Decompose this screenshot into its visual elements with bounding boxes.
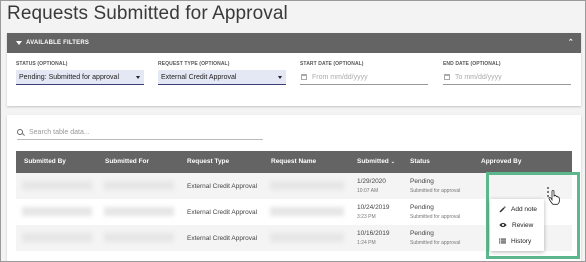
request-type-cell: External Credit Approval bbox=[187, 183, 258, 190]
row-action-menu: Add note Review History bbox=[490, 199, 544, 251]
filters-header-label: AVAILABLE FILTERS bbox=[26, 40, 90, 46]
end-date-filter-label: END DATE (OPTIONAL) bbox=[443, 61, 501, 67]
column-header-submitted-for[interactable]: Submitted For bbox=[105, 158, 149, 165]
menu-item-label: History bbox=[511, 237, 532, 245]
hand-cursor-icon bbox=[548, 190, 560, 205]
submitted-cell: 1/29/2020 10:07 AM bbox=[357, 178, 386, 194]
submitted-date: 1/29/2020 bbox=[357, 178, 386, 185]
submitted-time: 3:23 PM bbox=[357, 214, 376, 220]
sort-down-icon: ⌄ bbox=[390, 159, 395, 165]
redacted-cell bbox=[22, 233, 92, 242]
status-filter-label: STATUS (OPTIONAL) bbox=[16, 61, 68, 67]
status-value: Pending bbox=[410, 178, 434, 185]
redacted-cell bbox=[104, 207, 174, 216]
start-date-filter-label: START DATE (OPTIONAL) bbox=[300, 61, 364, 67]
column-header-approved-by[interactable]: Approved By bbox=[481, 158, 521, 165]
redacted-cell bbox=[104, 233, 174, 242]
filters-panel: AVAILABLE FILTERS ⌃ STATUS (OPTIONAL) Pe… bbox=[7, 33, 581, 106]
eye-icon bbox=[499, 222, 507, 228]
request-type-cell: External Credit Approval bbox=[187, 209, 258, 216]
column-header-submitted-label: Submitted bbox=[357, 158, 389, 165]
column-header-submitted-by[interactable]: Submitted By bbox=[24, 158, 66, 165]
submitted-time: 1:24 PM bbox=[357, 240, 376, 246]
status-select[interactable]: Pending: Submitted for approval bbox=[16, 70, 144, 85]
start-date-placeholder: From mm/dd/yyyy bbox=[312, 73, 368, 81]
status-sub: Submitted for approval bbox=[410, 188, 461, 194]
end-date-placeholder: To mm/dd/yyyy bbox=[455, 73, 502, 81]
calendar-icon bbox=[444, 74, 450, 80]
redacted-cell bbox=[270, 233, 344, 242]
end-date-field[interactable]: To mm/dd/yyyy bbox=[443, 70, 571, 85]
pencil-icon bbox=[499, 205, 506, 212]
chevron-up-icon[interactable]: ⌃ bbox=[568, 38, 574, 46]
status-select-value: Pending: Submitted for approval bbox=[19, 73, 120, 81]
start-date-field[interactable]: From mm/dd/yyyy bbox=[300, 70, 428, 85]
redacted-cell bbox=[270, 181, 344, 190]
search-input[interactable]: Search table data... bbox=[17, 126, 263, 140]
request-type-select-value: External Credit Approval bbox=[161, 73, 237, 81]
page-title: Requests Submitted for Approval bbox=[7, 3, 288, 24]
search-icon bbox=[17, 129, 24, 136]
submitted-cell: 10/24/2019 3:23 PM bbox=[357, 204, 390, 220]
menu-item-label: Add note bbox=[511, 205, 538, 213]
filter-icon bbox=[16, 41, 22, 45]
calendar-icon bbox=[301, 74, 307, 80]
status-sub: Submitted for approval bbox=[410, 214, 461, 220]
column-header-submitted[interactable]: Submitted ⌄ bbox=[357, 158, 395, 165]
request-type-filter-label: REQUEST TYPE (OPTIONAL) bbox=[158, 61, 230, 67]
app-window: Requests Submitted for Approval AVAILABL… bbox=[0, 0, 586, 262]
redacted-cell bbox=[104, 181, 174, 190]
submitted-date: 10/16/2019 bbox=[357, 230, 390, 237]
menu-item-review[interactable]: Review bbox=[490, 217, 544, 233]
submitted-cell: 10/16/2019 1:24 PM bbox=[357, 230, 390, 246]
menu-item-history[interactable]: History bbox=[490, 233, 544, 249]
caret-down-icon bbox=[136, 76, 140, 79]
redacted-cell bbox=[22, 207, 92, 216]
status-sub: Submitted for approval bbox=[410, 240, 461, 246]
status-value: Pending bbox=[410, 230, 434, 237]
submitted-time: 10:07 AM bbox=[357, 188, 379, 194]
column-header-status[interactable]: Status bbox=[410, 158, 430, 165]
redacted-cell bbox=[22, 181, 92, 190]
column-header-request-type[interactable]: Request Type bbox=[187, 158, 229, 165]
caret-down-icon bbox=[278, 76, 282, 79]
table-header: Submitted By Submitted For Request Type … bbox=[16, 151, 572, 173]
redacted-cell bbox=[270, 207, 344, 216]
menu-item-add-note[interactable]: Add note bbox=[490, 201, 544, 217]
request-type-select[interactable]: External Credit Approval bbox=[158, 70, 286, 85]
status-cell: Pending Submitted for approval bbox=[410, 204, 460, 220]
status-value: Pending bbox=[410, 204, 434, 211]
submitted-date: 10/24/2019 bbox=[357, 204, 390, 211]
column-header-request-name[interactable]: Request Name bbox=[271, 158, 316, 165]
request-type-cell: External Credit Approval bbox=[187, 235, 258, 242]
status-cell: Pending Submitted for approval bbox=[410, 178, 460, 194]
search-placeholder: Search table data... bbox=[29, 129, 90, 136]
filters-header[interactable]: AVAILABLE FILTERS ⌃ bbox=[7, 33, 581, 53]
status-cell: Pending Submitted for approval bbox=[410, 230, 460, 246]
menu-item-label: Review bbox=[512, 221, 534, 229]
list-icon bbox=[499, 238, 506, 244]
